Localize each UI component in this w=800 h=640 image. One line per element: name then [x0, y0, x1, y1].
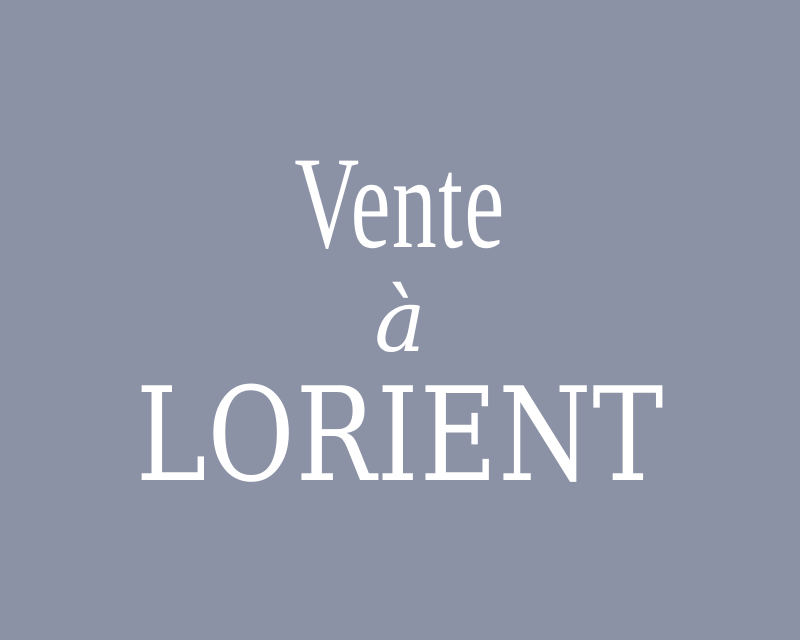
announcement-canvas: Vente à LORIENT — [0, 0, 800, 640]
title-line-vente: Vente — [294, 129, 506, 276]
title-line-lorient: LORIENT — [135, 359, 665, 511]
title-line-a: à — [374, 272, 426, 372]
